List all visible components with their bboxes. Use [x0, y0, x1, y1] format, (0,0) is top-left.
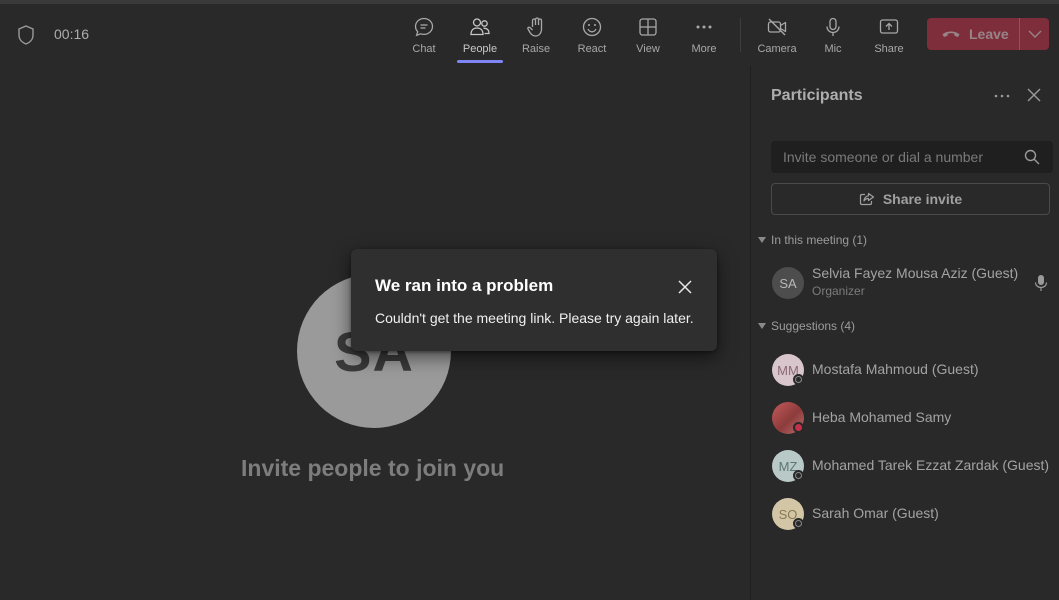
close-icon[interactable] — [675, 277, 695, 297]
mic-label: Mic — [824, 43, 842, 55]
share-invite-button[interactable]: Share invite — [771, 183, 1050, 215]
share-invite-label: Share invite — [882, 191, 963, 207]
mic-button[interactable]: Mic — [808, 12, 858, 62]
chat-icon — [414, 17, 434, 37]
participants-panel: Participants Share invite In this meetin… — [751, 66, 1059, 600]
people-icon — [470, 18, 490, 36]
share-label: Share — [874, 43, 904, 55]
more-label: More — [691, 43, 717, 55]
participant-item[interactable]: SA Selvia Fayez Mousa Aziz (Guest) Organ… — [771, 263, 1059, 303]
participant-name: Sarah Omar (Guest) — [812, 505, 939, 521]
error-dialog: We ran into a problem Couldn't get the m… — [351, 249, 717, 351]
react-label: React — [577, 43, 607, 55]
raise-label: Raise — [521, 43, 551, 55]
presence-offline-icon — [793, 374, 804, 385]
camera-label: Camera — [757, 43, 797, 55]
camera-off-icon — [767, 18, 787, 36]
share-tray-icon — [879, 19, 899, 34]
participant-name: Mostafa Mahmoud (Guest) — [812, 361, 979, 377]
participant-name: Heba Mohamed Samy — [812, 409, 952, 425]
shield-icon[interactable] — [17, 25, 35, 45]
presence-offline-icon — [793, 518, 804, 529]
react-icon — [582, 17, 602, 37]
participant-name: Selvia Fayez Mousa Aziz (Guest) — [812, 265, 1019, 281]
collapse-triangle-icon — [758, 323, 766, 329]
presence-busy-icon — [793, 422, 804, 433]
mic-icon — [826, 17, 840, 36]
share-invite-icon — [859, 192, 874, 206]
chat-button[interactable]: Chat — [399, 12, 449, 62]
people-label: People — [462, 43, 498, 55]
collapse-triangle-icon — [758, 237, 766, 243]
suggestion-item[interactable]: SO Sarah Omar (Guest) — [771, 494, 1059, 534]
chat-label: Chat — [412, 43, 436, 55]
leave-label: Leave — [969, 26, 1009, 42]
leave-options-caret[interactable] — [1019, 18, 1049, 50]
close-panel-icon[interactable] — [1025, 86, 1043, 104]
suggestions-section-label: Suggestions (4) — [771, 319, 856, 333]
raise-hand-icon — [527, 17, 543, 37]
chevron-down-icon — [1028, 30, 1041, 38]
suggestion-item[interactable]: MZ Mohamed Tarek Ezzat Zardak (Guest) — [771, 446, 1059, 486]
view-label: View — [636, 43, 660, 55]
avatar: SA — [772, 267, 804, 299]
in-meeting-section-label: In this meeting (1) — [771, 233, 868, 247]
presence-offline-icon — [793, 470, 804, 481]
more-options-icon[interactable] — [992, 86, 1012, 106]
meeting-toolbar: 00:16 Chat People Raise React View More … — [0, 4, 1059, 66]
toolbar-separator — [740, 18, 741, 52]
more-button[interactable]: More — [679, 12, 729, 62]
in-meeting-section-header[interactable]: In this meeting (1) — [758, 233, 867, 247]
invite-search-input[interactable] — [771, 149, 1011, 165]
invite-people-text: Invite people to join you — [241, 455, 505, 481]
panel-title: Participants — [771, 87, 863, 104]
camera-button[interactable]: Camera — [752, 12, 802, 62]
view-button[interactable]: View — [623, 12, 673, 62]
leave-button-group: Leave — [927, 18, 1049, 50]
hang-up-icon — [942, 31, 960, 37]
error-title: We ran into a problem — [375, 276, 554, 295]
leave-button[interactable]: Leave — [927, 18, 1019, 50]
raise-hand-button[interactable]: Raise — [511, 12, 561, 62]
people-active-indicator — [457, 60, 503, 63]
people-button[interactable]: People — [455, 12, 505, 62]
suggestion-item[interactable]: Heba Mohamed Samy — [771, 398, 1059, 438]
invite-search-box — [771, 141, 1053, 173]
search-icon[interactable] — [1024, 149, 1040, 165]
more-icon — [696, 25, 712, 29]
mic-icon[interactable] — [1034, 274, 1048, 292]
participant-role: Organizer — [812, 284, 865, 298]
participant-name: Mohamed Tarek Ezzat Zardak (Guest) — [812, 457, 1050, 473]
suggestion-item[interactable]: MM Mostafa Mahmoud (Guest) — [771, 350, 1059, 390]
meeting-timer: 00:16 — [54, 26, 90, 42]
react-button[interactable]: React — [567, 12, 617, 62]
suggestions-section-header[interactable]: Suggestions (4) — [758, 319, 855, 333]
error-message: Couldn't get the meeting link. Please tr… — [375, 310, 694, 326]
share-button[interactable]: Share — [864, 12, 914, 62]
view-grid-icon — [639, 18, 657, 36]
